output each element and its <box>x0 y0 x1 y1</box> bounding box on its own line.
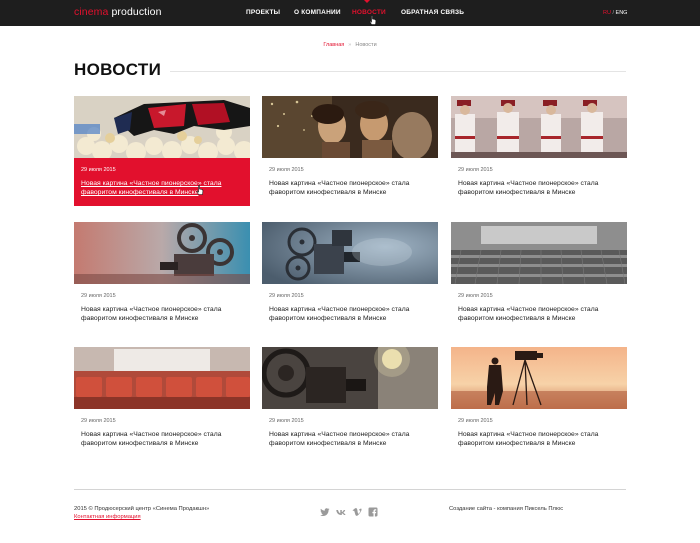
language-switcher: RU / ENG <box>603 10 627 16</box>
news-headline-link[interactable]: Новая картина «Частное пионерское» стала… <box>269 305 434 323</box>
news-thumbnail[interactable] <box>451 222 627 284</box>
news-thumbnail[interactable] <box>74 96 250 158</box>
facebook-icon[interactable] <box>368 507 378 517</box>
breadcrumb-current: Новости <box>355 42 377 48</box>
footer-divider <box>74 489 626 490</box>
news-date: 29 июля 2015 <box>269 293 304 299</box>
news-date: 29 июля 2015 <box>81 418 116 424</box>
footer-copyright: 2015 © Продюсерский центр «Синема Продак… <box>74 506 210 512</box>
news-date: 29 июля 2015 <box>458 418 493 424</box>
news-headline-link[interactable]: Новая картина «Частное пионерское» стала… <box>269 430 434 448</box>
page-title: НОВОСТИ <box>74 60 162 79</box>
nav-projects[interactable]: ПРОЕКТЫ <box>246 9 280 16</box>
popcorn-3d-glasses-image <box>74 96 250 158</box>
red-cinema-seats-image <box>74 347 250 409</box>
news-date: 29 июля 2015 <box>458 293 493 299</box>
vimeo-icon[interactable] <box>352 507 362 517</box>
news-card[interactable]: 29 июля 2015 Новая картина «Частное пион… <box>262 222 438 332</box>
twitter-icon[interactable] <box>320 507 330 517</box>
title-divider <box>170 71 626 72</box>
nav-feedback[interactable]: ОБРАТНАЯ СВЯЗЬ <box>401 9 464 16</box>
news-headline-link[interactable]: Новая картина «Частное пионерское» стала… <box>458 305 623 323</box>
top-bar: cinema production ПРОЕКТЫ О КОМПАНИИ НОВ… <box>0 0 700 26</box>
logo-production: production <box>108 6 162 18</box>
vintage-projector-image <box>262 222 438 284</box>
film-projector-reels-image <box>74 222 250 284</box>
news-thumbnail[interactable] <box>262 347 438 409</box>
news-card[interactable]: 29 июля 2015 Новая картина «Частное пион… <box>451 96 627 206</box>
projector-light-beam-image <box>262 347 438 409</box>
hand-cursor-icon <box>369 15 377 25</box>
news-date: 29 июля 2015 <box>81 167 116 173</box>
news-card[interactable]: 29 июля 2015 Новая картина «Частное пион… <box>262 96 438 206</box>
news-card[interactable]: 29 июля 2015 Новая картина «Частное пион… <box>74 222 250 332</box>
news-date: 29 июля 2015 <box>458 167 493 173</box>
folk-dancers-image <box>451 96 627 158</box>
news-headline-link[interactable]: Новая картина «Частное пионерское» стала… <box>81 179 246 197</box>
news-headline-link[interactable]: Новая картина «Частное пионерское» стала… <box>458 430 623 448</box>
site-credit: Создание сайта - компания Пиксель Плюс <box>449 506 564 512</box>
contact-info-link[interactable]: Контактная информация <box>74 514 141 520</box>
news-card[interactable]: 29 июля 2015 Новая картина «Частное пион… <box>451 222 627 332</box>
news-thumbnail[interactable] <box>262 96 438 158</box>
breadcrumb-home[interactable]: Главная <box>323 42 344 48</box>
breadcrumb: Главная » Новости <box>0 42 700 48</box>
news-date: 29 июля 2015 <box>269 167 304 173</box>
news-date: 29 июля 2015 <box>269 418 304 424</box>
news-headline-link[interactable]: Новая картина «Частное пионерское» стала… <box>269 179 434 197</box>
news-thumbnail[interactable] <box>262 222 438 284</box>
lang-eng[interactable]: ENG <box>616 10 628 16</box>
news-thumbnail[interactable] <box>74 222 250 284</box>
site-logo[interactable]: cinema production <box>74 6 162 18</box>
vk-icon[interactable] <box>336 507 346 517</box>
news-card[interactable]: 29 июля 2015 Новая картина «Частное пион… <box>74 96 250 206</box>
news-headline-link[interactable]: Новая картина «Частное пионерское» стала… <box>81 430 246 448</box>
news-thumbnail[interactable] <box>451 347 627 409</box>
news-card[interactable]: 29 июля 2015 Новая картина «Частное пион… <box>74 347 250 457</box>
cameraman-sunset-image <box>451 347 627 409</box>
news-headline-link[interactable]: Новая картина «Частное пионерское» стала… <box>458 179 623 197</box>
news-thumbnail[interactable] <box>451 96 627 158</box>
cinema-audience-image <box>262 96 438 158</box>
news-thumbnail[interactable] <box>74 347 250 409</box>
news-card[interactable]: 29 июля 2015 Новая картина «Частное пион… <box>451 347 627 457</box>
breadcrumb-separator: » <box>348 42 352 48</box>
logo-cinema: cinema <box>74 6 109 18</box>
empty-cinema-hall-image <box>451 222 627 284</box>
lang-ru[interactable]: RU <box>603 10 611 16</box>
news-date: 29 июля 2015 <box>81 293 116 299</box>
active-nav-indicator <box>364 0 370 3</box>
news-card[interactable]: 29 июля 2015 Новая картина «Частное пион… <box>262 347 438 457</box>
hand-cursor-icon <box>196 185 204 195</box>
nav-about[interactable]: О КОМПАНИИ <box>294 9 341 16</box>
news-headline-link[interactable]: Новая картина «Частное пионерское» стала… <box>81 305 246 323</box>
